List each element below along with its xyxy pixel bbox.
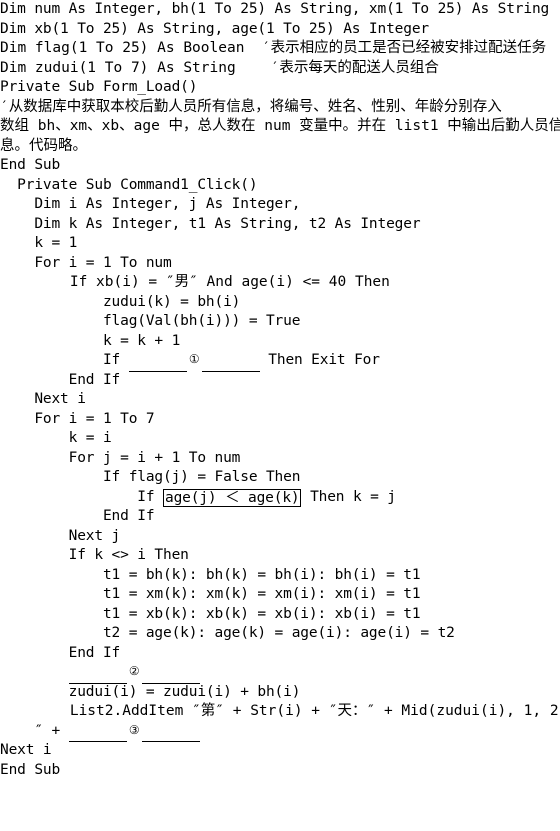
code-line: Dim i As Integer, j As Integer, <box>0 196 301 212</box>
blank-1-prefix: If <box>0 352 129 368</box>
code-line: For i = 1 To num <box>0 254 172 271</box>
code-line: Next j <box>0 527 121 544</box>
blank-3-marker: ③ <box>128 722 140 737</box>
code-line: For i = 1 To 7 <box>0 410 155 427</box>
code-line: End Sub <box>0 761 61 778</box>
boxed-prefix: If <box>0 488 164 505</box>
code-line: List2.AddItem ″第″ + Str(i) + ″天：″ + Mid(… <box>0 703 560 719</box>
code-line: Dim k As Integer, t1 As String, t2 As In… <box>0 215 421 232</box>
code-line: End Sub <box>0 157 61 173</box>
code-line: If xb(i) = ″男″ And age(i) <= 40 Then <box>0 274 390 290</box>
blank-3-rule-right <box>141 722 200 742</box>
selection-box-age-comparison[interactable]: age(j) ＜ age(k) <box>163 488 302 507</box>
code-line: zudui(i) = zudui(i) + bh(i) <box>0 683 301 700</box>
code-line: Dim flag(1 To 25) As Boolean ′表示相应的员工是否已… <box>0 40 547 56</box>
code-line-comment: ′从数据库中获取本校后勤人员所有信息，将编号、姓名、性别、年龄分别存入 <box>0 98 502 115</box>
code-line: t2 = age(k): age(k) = age(i): age(i) = t… <box>0 625 455 641</box>
code-line: Next i <box>0 742 52 758</box>
blank-2-rule-left <box>68 663 127 684</box>
code-line: Next i <box>0 391 86 407</box>
code-line-boxed: If age(j) ＜ age(k) Then k = j <box>0 488 560 508</box>
blank-3-prefix: ″ + <box>0 722 69 739</box>
blank-2-rule-right <box>141 663 200 684</box>
blank-2-marker: ② <box>128 664 140 678</box>
code-line-blank-2: ② <box>0 663 560 684</box>
code-line: Dim num As Integer, bh(1 To 25) As Strin… <box>0 1 550 17</box>
blank-3-field[interactable]: ③ <box>68 722 200 742</box>
boxed-suffix: Then k = j <box>301 488 396 505</box>
code-line: t1 = xb(k): xb(k) = xb(i): xb(i) = t1 <box>0 605 421 622</box>
blank-3-rule-left <box>68 722 127 742</box>
code-line: k = k + 1 <box>0 332 181 349</box>
code-line-comment: 息。代码略。 <box>0 137 87 154</box>
code-line: If k <> i Then <box>0 547 189 563</box>
blank-1-rule-right <box>201 351 260 372</box>
code-line: Private Sub Form_Load() <box>0 79 198 95</box>
code-line: flag(Val(bh(i))) = True <box>0 313 301 329</box>
code-line: Private Sub Command1_Click() <box>0 176 258 193</box>
code-line: For j = i + 1 To num <box>0 449 241 466</box>
code-line: t1 = xm(k): xm(k) = xm(i): xm(i) = t1 <box>0 586 421 602</box>
code-line: zudui(k) = bh(i) <box>0 293 241 310</box>
code-line-comment: 数组 bh、xm、xb、age 中，总人数在 num 变量中。并在 list1 … <box>0 118 560 134</box>
blank-2-prefix <box>0 664 69 680</box>
code-line-blank-3: ″ + ③ <box>0 722 560 742</box>
blank-1-marker: ① <box>188 352 200 366</box>
blank-1-field[interactable]: ① <box>128 351 260 372</box>
code-line: Dim zudui(1 To 7) As String ′表示每天的配送人员组合 <box>0 59 439 76</box>
blank-1-suffix: Then Exit For <box>259 352 380 368</box>
code-line-blank-1: If ① Then Exit For <box>0 351 560 372</box>
code-line: End If <box>0 371 121 388</box>
blank-2-field[interactable]: ② <box>68 663 200 684</box>
code-line: t1 = bh(k): bh(k) = bh(i): bh(i) = t1 <box>0 566 421 583</box>
code-line: End If <box>0 508 155 524</box>
code-line: k = i <box>0 430 112 446</box>
code-line: End If <box>0 644 121 661</box>
code-line: k = 1 <box>0 235 78 251</box>
blank-1-rule-left <box>128 351 187 372</box>
code-listing: Dim num As Integer, bh(1 To 25) As Strin… <box>0 0 560 780</box>
code-line: If flag(j) = False Then <box>0 469 301 485</box>
code-line: Dim xb(1 To 25) As String, age(1 To 25) … <box>0 20 429 37</box>
